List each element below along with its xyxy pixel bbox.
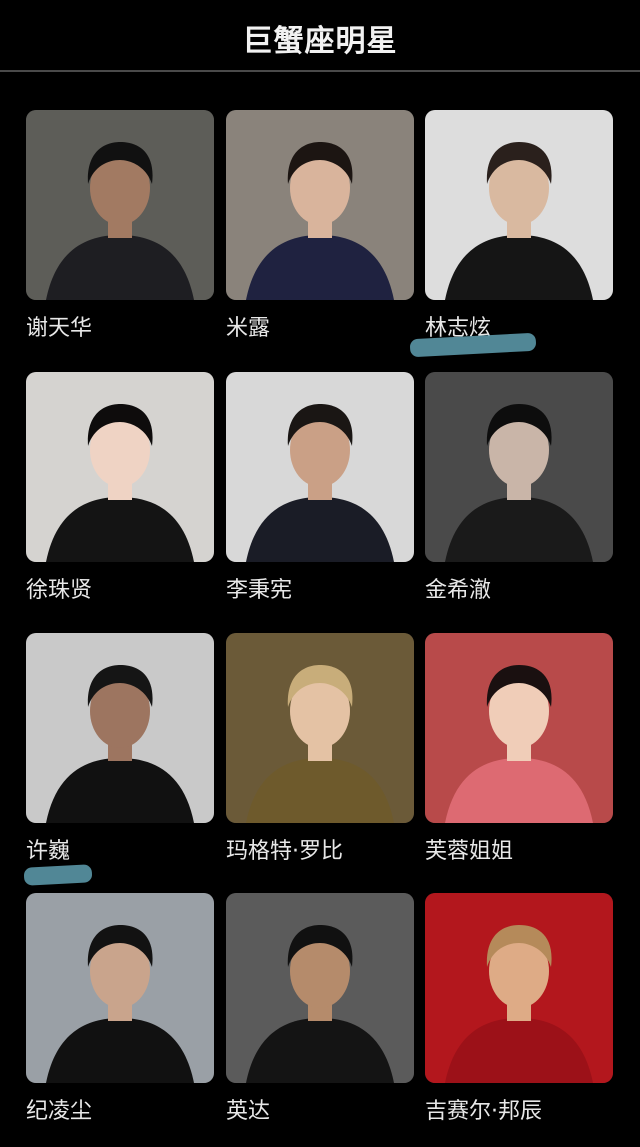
star-card[interactable] (226, 110, 414, 300)
star-name[interactable]: 谢天华 (26, 310, 92, 342)
star-photo (425, 372, 613, 562)
star-name[interactable]: 芙蓉姐姐 (425, 833, 513, 865)
star-name[interactable]: 英达 (226, 1093, 270, 1125)
star-card[interactable] (425, 110, 613, 300)
page-title: 巨蟹座明星 (242, 24, 398, 59)
star-photo (226, 893, 414, 1083)
star-card[interactable] (26, 633, 214, 823)
star-name[interactable]: 吉赛尔·邦辰 (425, 1093, 542, 1125)
watermark-smudge (23, 864, 93, 886)
star-card[interactable] (26, 372, 214, 562)
star-card[interactable] (26, 893, 214, 1083)
star-name[interactable]: 徐珠贤 (26, 572, 92, 604)
star-photo (226, 633, 414, 823)
star-card[interactable] (26, 110, 214, 300)
star-photo (26, 633, 214, 823)
star-name[interactable]: 纪凌尘 (26, 1093, 92, 1125)
star-card[interactable] (425, 633, 613, 823)
star-photo (226, 110, 414, 300)
star-name[interactable]: 玛格特·罗比 (226, 833, 343, 865)
star-name[interactable]: 金希澈 (425, 572, 491, 604)
star-photo (226, 372, 414, 562)
star-photo (26, 372, 214, 562)
star-photo (425, 893, 613, 1083)
star-name[interactable]: 米露 (226, 310, 270, 342)
star-card[interactable] (425, 372, 613, 562)
app-header: 巨蟹座明星 (0, 0, 640, 72)
star-photo (26, 893, 214, 1083)
star-card[interactable] (425, 893, 613, 1083)
star-card[interactable] (226, 372, 414, 562)
star-card[interactable] (226, 633, 414, 823)
star-photo (26, 110, 214, 300)
star-photo (425, 633, 613, 823)
star-card[interactable] (226, 893, 414, 1083)
star-name[interactable]: 李秉宪 (226, 572, 292, 604)
star-photo (425, 110, 613, 300)
star-name[interactable]: 许巍 (26, 833, 70, 865)
